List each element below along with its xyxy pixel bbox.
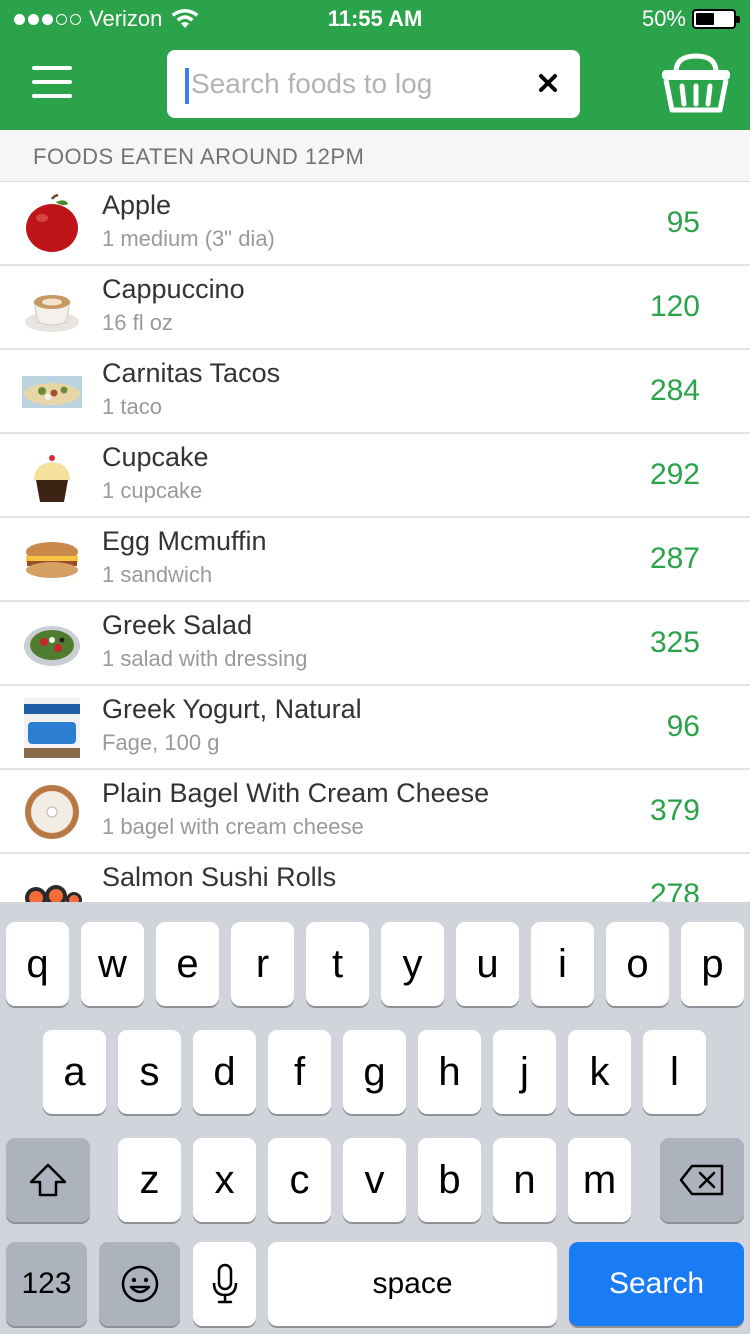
apple-icon	[26, 194, 78, 252]
key-e[interactable]: e	[156, 922, 219, 1006]
backspace-icon	[679, 1164, 724, 1196]
tacos-icon	[22, 376, 82, 408]
food-calories: 95	[666, 206, 700, 239]
food-serving: 1 medium (3" dia)	[102, 226, 275, 251]
food-calories: 96	[666, 710, 700, 743]
food-row[interactable]: Carnitas Tacos 1 taco 284	[0, 350, 750, 434]
bagel-icon	[25, 785, 79, 839]
hamburger-menu-icon[interactable]	[32, 66, 72, 100]
key-g[interactable]: g	[343, 1030, 406, 1114]
key-j[interactable]: j	[493, 1030, 556, 1114]
food-row[interactable]: Apple 1 medium (3" dia) 95	[0, 182, 750, 266]
key-b[interactable]: b	[418, 1138, 481, 1222]
key-c[interactable]: c	[268, 1138, 331, 1222]
section-title: FOODS EATEN AROUND 12PM	[33, 144, 365, 169]
shift-icon	[29, 1163, 67, 1197]
key-h[interactable]: h	[418, 1030, 481, 1114]
key-z[interactable]: z	[118, 1138, 181, 1222]
food-list: Apple 1 medium (3" dia) 95 Cappuccino 16…	[0, 182, 750, 902]
food-row[interactable]: Cappuccino 16 fl oz 120	[0, 266, 750, 350]
food-calories: 325	[649, 626, 700, 659]
food-row[interactable]: Cupcake 1 cupcake 292	[0, 434, 750, 518]
delete-key[interactable]	[660, 1138, 744, 1222]
text-cursor	[185, 68, 189, 104]
key-d[interactable]: d	[193, 1030, 256, 1114]
shift-key[interactable]	[6, 1138, 90, 1222]
microphone-icon	[212, 1263, 237, 1304]
keyboard: q w e r t y u i o p a s d f g h j k l z …	[0, 902, 750, 1334]
emoji-key[interactable]	[99, 1242, 180, 1326]
key-v[interactable]: v	[343, 1138, 406, 1222]
food-serving: 1 taco	[102, 394, 162, 419]
food-name: Egg Mcmuffin	[102, 526, 267, 556]
food-serving: 16 fl oz	[102, 310, 173, 335]
key-o[interactable]: o	[606, 922, 669, 1006]
key-a[interactable]: a	[43, 1030, 106, 1114]
food-serving: 1 salad with dressing	[102, 646, 308, 671]
food-name: Plain Bagel With Cream Cheese	[102, 778, 490, 808]
status-bar: Verizon 11:55 AM 50%	[0, 0, 750, 40]
status-time: 11:55 AM	[327, 6, 423, 31]
key-t[interactable]: t	[306, 922, 369, 1006]
key-f[interactable]: f	[268, 1030, 331, 1114]
food-name: Apple	[102, 190, 172, 220]
food-serving: 1 sandwich	[102, 562, 213, 587]
battery-icon	[692, 9, 740, 29]
key-m[interactable]: m	[568, 1138, 631, 1222]
food-name: Cupcake	[102, 442, 209, 472]
key-l[interactable]: l	[643, 1030, 706, 1114]
status-right: 50%	[641, 6, 740, 32]
section-header: FOODS EATEN AROUND 12PM	[0, 130, 750, 182]
space-key[interactable]: space	[268, 1242, 557, 1326]
food-row[interactable]: Greek Yogurt, Natural Fage, 100 g 96	[0, 686, 750, 770]
battery-percent: 50%	[641, 6, 686, 31]
food-calories: 379	[649, 794, 700, 827]
key-q[interactable]: q	[6, 922, 69, 1006]
search-input[interactable]	[191, 50, 521, 118]
yogurt-icon	[24, 698, 80, 758]
key-w[interactable]: w	[81, 922, 144, 1006]
food-serving: Fage, 100 g	[102, 730, 220, 755]
cappuccino-icon	[25, 295, 79, 332]
dictation-key[interactable]	[193, 1242, 256, 1326]
key-y[interactable]: y	[381, 922, 444, 1006]
food-name: Salmon Sushi Rolls	[102, 862, 337, 892]
key-s[interactable]: s	[118, 1030, 181, 1114]
key-k[interactable]: k	[568, 1030, 631, 1114]
food-name: Greek Salad	[102, 610, 253, 640]
food-serving: 1 bagel with cream cheese	[102, 814, 364, 839]
numbers-key[interactable]: 123	[6, 1242, 87, 1326]
search-box[interactable]	[167, 50, 580, 118]
key-n[interactable]: n	[493, 1138, 556, 1222]
food-name: Carnitas Tacos	[102, 358, 281, 388]
food-calories: 278	[649, 878, 700, 902]
salad-icon	[24, 626, 80, 666]
sushi-icon	[25, 885, 82, 902]
emoji-icon	[121, 1265, 158, 1303]
basket-icon[interactable]	[660, 50, 732, 114]
food-name: Greek Yogurt, Natural	[102, 694, 362, 724]
key-u[interactable]: u	[456, 922, 519, 1006]
food-row[interactable]: Plain Bagel With Cream Cheese 1 bagel wi…	[0, 770, 750, 854]
food-row[interactable]: Salmon Sushi Rolls 278	[0, 854, 750, 902]
food-calories: 292	[649, 458, 700, 491]
food-row[interactable]: Greek Salad 1 salad with dressing 325	[0, 602, 750, 686]
food-calories: 284	[649, 374, 700, 407]
food-serving: 1 cupcake	[102, 478, 203, 503]
search-key[interactable]: Search	[569, 1242, 744, 1326]
key-i[interactable]: i	[531, 922, 594, 1006]
sandwich-icon	[26, 542, 78, 578]
app-header: Verizon 11:55 AM 50%	[0, 0, 750, 130]
key-r[interactable]: r	[231, 922, 294, 1006]
food-calories: 287	[649, 542, 700, 575]
food-row[interactable]: Egg Mcmuffin 1 sandwich 287	[0, 518, 750, 602]
cupcake-icon	[34, 455, 70, 502]
food-calories: 120	[649, 290, 700, 323]
food-name: Cappuccino	[102, 274, 245, 304]
key-p[interactable]: p	[681, 922, 744, 1006]
key-x[interactable]: x	[193, 1138, 256, 1222]
close-icon[interactable]	[538, 73, 558, 93]
